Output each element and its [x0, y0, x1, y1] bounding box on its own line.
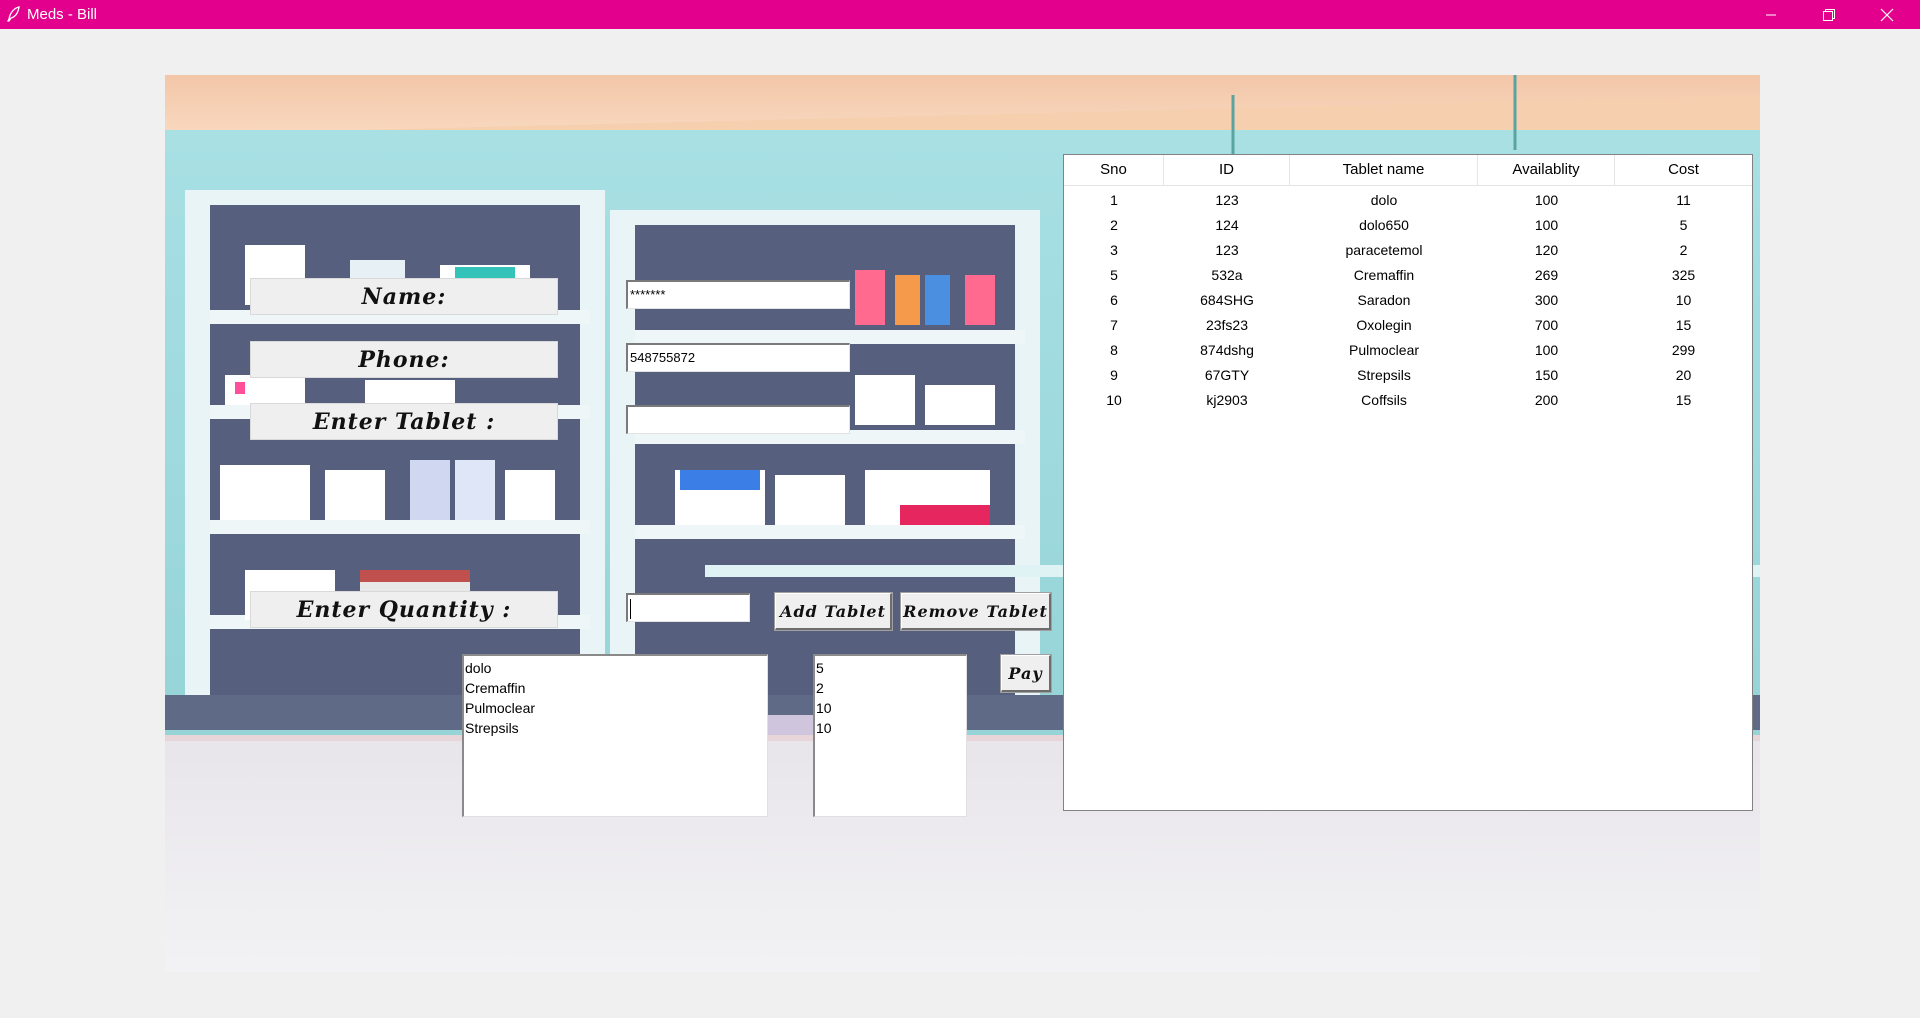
table-cell: Cremaffin	[1353, 267, 1415, 283]
table-cell: kj2903	[1206, 392, 1248, 408]
title-bar: Meds - Bill	[0, 0, 1920, 29]
table-cell: Pulmoclear	[1348, 342, 1420, 358]
table-cell: 9	[1110, 367, 1118, 383]
table-cell: 2	[1110, 217, 1118, 233]
table-row[interactable]: 10 kj2903 Coffsils 200 15	[1064, 388, 1752, 413]
table-cell: paracetemol	[1345, 242, 1423, 258]
column-header-tablet-name[interactable]: Tablet name	[1290, 155, 1478, 185]
table-cell: 10	[1106, 392, 1122, 408]
table-row[interactable]: 2 124 dolo650 100 5	[1064, 213, 1752, 238]
table-cell: 5	[1110, 267, 1118, 283]
quantity-label: Enter Quantity :	[250, 591, 558, 628]
text-cursor	[630, 598, 631, 619]
phone-field[interactable]: 548755872	[626, 343, 850, 372]
column-header-id[interactable]: ID	[1164, 155, 1290, 185]
table-cell: 700	[1534, 317, 1559, 333]
table-cell: 123	[1215, 192, 1239, 208]
table-cell: 1	[1110, 192, 1118, 208]
remove-tablet-button[interactable]: Remove Tablet	[901, 593, 1051, 630]
table-body: 1 123 dolo 100 11 2 124 dolo650 100 5 3 123 paracete…	[1064, 186, 1752, 413]
list-item[interactable]: 5	[816, 658, 965, 678]
table-cell: Saradon	[1357, 292, 1411, 308]
phone-label: Phone:	[250, 341, 558, 378]
table-cell: Oxolegin	[1356, 317, 1412, 333]
table-row[interactable]: 7 23fs23 Oxolegin 700 15	[1064, 313, 1752, 338]
table-cell: 100	[1534, 217, 1559, 233]
minimize-icon	[1766, 14, 1776, 15]
table-cell: 300	[1534, 292, 1559, 308]
table-cell: 5	[1679, 217, 1688, 233]
table-cell: 15	[1675, 317, 1692, 333]
name-label: Name:	[250, 278, 558, 315]
table-cell: 123	[1215, 242, 1239, 258]
table-row[interactable]: 3 123 paracetemol 120 2	[1064, 238, 1752, 263]
tablet-listbox[interactable]: dolo Cremaffin Pulmoclear Strepsils	[462, 654, 768, 817]
table-cell: 3	[1110, 242, 1118, 258]
table-cell: 23fs23	[1205, 317, 1249, 333]
column-header-sno[interactable]: Sno	[1064, 155, 1164, 185]
list-item[interactable]: dolo	[465, 658, 766, 678]
minimize-button[interactable]	[1742, 0, 1800, 29]
table-header: Sno ID Tablet name Availablity Cost	[1064, 155, 1752, 186]
feather-icon	[6, 6, 20, 22]
close-button[interactable]	[1858, 0, 1916, 29]
table-cell: 874dshg	[1200, 342, 1254, 358]
quantity-listbox[interactable]: 5 2 10 10	[813, 654, 967, 817]
table-cell: 15	[1675, 392, 1692, 408]
table-row[interactable]: 1 123 dolo 100 11	[1064, 188, 1752, 213]
table-cell: Strepsils	[1357, 367, 1411, 383]
list-item[interactable]: Pulmoclear	[465, 698, 766, 718]
table-cell: Coffsils	[1361, 392, 1407, 408]
table-cell: 150	[1534, 367, 1559, 383]
window-title: Meds - Bill	[27, 6, 98, 23]
table-cell: 11	[1676, 192, 1691, 208]
table-cell: 100	[1534, 342, 1559, 358]
restore-icon	[1823, 8, 1835, 21]
tablet-label: Enter Tablet :	[250, 403, 558, 440]
list-item[interactable]: Cremaffin	[465, 678, 766, 698]
restore-button[interactable]	[1800, 0, 1858, 29]
column-header-availability[interactable]: Availablity	[1478, 155, 1615, 185]
table-row[interactable]: 5 532a Cremaffin 269 325	[1064, 263, 1752, 288]
table-cell: 20	[1675, 367, 1692, 383]
name-field[interactable]: *******	[626, 280, 850, 309]
table-cell: 684SHG	[1200, 292, 1254, 308]
table-cell: 120	[1534, 242, 1559, 258]
list-item[interactable]: 10	[816, 718, 965, 738]
table-cell: 532a	[1211, 267, 1243, 283]
pay-button[interactable]: Pay	[1001, 655, 1051, 692]
table-cell: 8	[1110, 342, 1118, 358]
column-header-cost[interactable]: Cost	[1615, 155, 1752, 185]
table-cell: 200	[1534, 392, 1559, 408]
table-cell: 124	[1215, 217, 1239, 233]
table-cell: 269	[1534, 267, 1559, 283]
table-cell: 100	[1534, 192, 1559, 208]
medicine-table[interactable]: Sno ID Tablet name Availablity Cost 1 123…	[1063, 154, 1753, 811]
table-cell: 67GTY	[1204, 367, 1250, 383]
list-item[interactable]: Strepsils	[465, 718, 766, 738]
close-icon	[1880, 8, 1894, 21]
table-cell: 7	[1110, 317, 1118, 333]
table-cell: 6	[1110, 292, 1118, 308]
table-cell: 299	[1671, 342, 1696, 358]
quantity-field[interactable]	[626, 593, 750, 622]
table-row[interactable]: 6 684SHG Saradon 300 10	[1064, 288, 1752, 313]
table-row[interactable]: 9 67GTY Strepsils 150 20	[1064, 363, 1752, 388]
add-tablet-button[interactable]: Add Tablet	[775, 593, 892, 630]
list-item[interactable]: 10	[816, 698, 965, 718]
list-item[interactable]: 2	[816, 678, 965, 698]
table-row[interactable]: 8 874dshg Pulmoclear 100 299	[1064, 338, 1752, 363]
table-cell: 325	[1671, 267, 1696, 283]
table-cell: dolo	[1370, 192, 1398, 208]
table-cell: 2	[1679, 242, 1688, 258]
tablet-field[interactable]	[626, 405, 850, 434]
table-cell: dolo650	[1359, 217, 1409, 233]
table-cell: 10	[1675, 292, 1692, 308]
